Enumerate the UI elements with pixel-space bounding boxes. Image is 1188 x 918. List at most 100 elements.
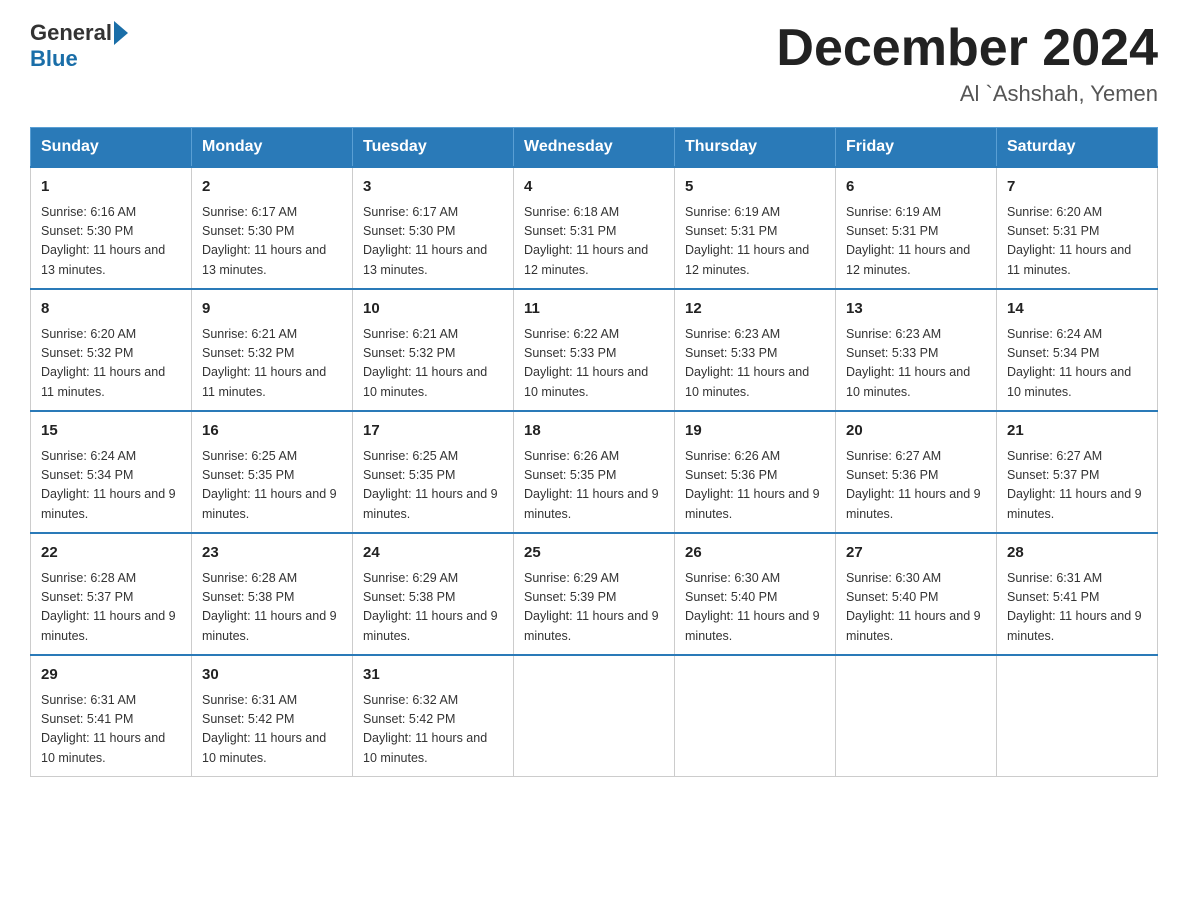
calendar-cell: 26Sunrise: 6:30 AMSunset: 5:40 PMDayligh…: [675, 533, 836, 655]
calendar-cell: 14 Sunrise: 6:24 AMSunset: 5:34 PMDayligh…: [997, 289, 1158, 411]
day-info: Sunrise: 6:29 AMSunset: 5:39 PMDaylight:…: [524, 569, 664, 647]
day-header-wednesday: Wednesday: [514, 128, 675, 168]
calendar-cell: 22 Sunrise: 6:28 AMSunset: 5:37 PMDayligh…: [31, 533, 192, 655]
day-number: 24: [363, 542, 503, 565]
day-header-tuesday: Tuesday: [353, 128, 514, 168]
calendar-cell: 6 Sunrise: 6:19 AMSunset: 5:31 PMDaylight…: [836, 167, 997, 289]
day-number: 12: [685, 298, 825, 321]
calendar-cell: 7 Sunrise: 6:20 AMSunset: 5:31 PMDaylight…: [997, 167, 1158, 289]
calendar-cell: 4 Sunrise: 6:18 AMSunset: 5:31 PMDaylight…: [514, 167, 675, 289]
calendar-cell: 9Sunrise: 6:21 AMSunset: 5:32 PMDaylight…: [192, 289, 353, 411]
day-header-thursday: Thursday: [675, 128, 836, 168]
day-number: 5: [685, 176, 825, 199]
day-number: 21: [1007, 420, 1147, 443]
day-header-monday: Monday: [192, 128, 353, 168]
day-number: 27: [846, 542, 986, 565]
day-info: Sunrise: 6:27 AMSunset: 5:37 PMDaylight:…: [1007, 447, 1147, 525]
day-info: Sunrise: 6:19 AMSunset: 5:31 PMDaylight:…: [685, 203, 825, 281]
day-number: 14: [1007, 298, 1147, 321]
calendar-cell: 2 Sunrise: 6:17 AMSunset: 5:30 PMDaylight…: [192, 167, 353, 289]
page-header: General Blue December 2024 Al `Ashshah, …: [30, 20, 1158, 107]
calendar-cell: 11 Sunrise: 6:22 AMSunset: 5:33 PMDayligh…: [514, 289, 675, 411]
day-info: Sunrise: 6:30 AMSunset: 5:40 PMDaylight:…: [846, 569, 986, 647]
day-info: Sunrise: 6:22 AMSunset: 5:33 PMDaylight:…: [524, 325, 664, 403]
day-number: 10: [363, 298, 503, 321]
day-info: Sunrise: 6:20 AMSunset: 5:31 PMDaylight:…: [1007, 203, 1147, 281]
calendar-table: SundayMondayTuesdayWednesdayThursdayFrid…: [30, 127, 1158, 777]
day-number: 16: [202, 420, 342, 443]
day-info: Sunrise: 6:17 AMSunset: 5:30 PMDaylight:…: [363, 203, 503, 281]
day-number: 1: [41, 176, 181, 199]
calendar-week-2: 8Sunrise: 6:20 AMSunset: 5:32 PMDaylight…: [31, 289, 1158, 411]
calendar-cell: 15Sunrise: 6:24 AMSunset: 5:34 PMDayligh…: [31, 411, 192, 533]
calendar-cell: [514, 655, 675, 777]
calendar-cell: 21 Sunrise: 6:27 AMSunset: 5:37 PMDayligh…: [997, 411, 1158, 533]
day-number: 29: [41, 664, 181, 687]
day-info: Sunrise: 6:25 AMSunset: 5:35 PMDaylight:…: [363, 447, 503, 525]
day-number: 19: [685, 420, 825, 443]
day-number: 7: [1007, 176, 1147, 199]
calendar-week-4: 22 Sunrise: 6:28 AMSunset: 5:37 PMDayligh…: [31, 533, 1158, 655]
calendar-cell: 20 Sunrise: 6:27 AMSunset: 5:36 PMDayligh…: [836, 411, 997, 533]
day-info: Sunrise: 6:28 AMSunset: 5:38 PMDaylight:…: [202, 569, 342, 647]
day-info: Sunrise: 6:23 AMSunset: 5:33 PMDaylight:…: [685, 325, 825, 403]
calendar-cell: 25 Sunrise: 6:29 AMSunset: 5:39 PMDayligh…: [514, 533, 675, 655]
calendar-cell: 13 Sunrise: 6:23 AMSunset: 5:33 PMDayligh…: [836, 289, 997, 411]
day-number: 15: [41, 420, 181, 443]
day-number: 25: [524, 542, 664, 565]
day-info: Sunrise: 6:20 AMSunset: 5:32 PMDaylight:…: [41, 325, 181, 403]
day-info: Sunrise: 6:19 AMSunset: 5:31 PMDaylight:…: [846, 203, 986, 281]
calendar-cell: 19Sunrise: 6:26 AMSunset: 5:36 PMDayligh…: [675, 411, 836, 533]
day-info: Sunrise: 6:31 AMSunset: 5:42 PMDaylight:…: [202, 691, 342, 769]
day-info: Sunrise: 6:16 AMSunset: 5:30 PMDaylight:…: [41, 203, 181, 281]
day-number: 28: [1007, 542, 1147, 565]
day-header-sunday: Sunday: [31, 128, 192, 168]
day-info: Sunrise: 6:18 AMSunset: 5:31 PMDaylight:…: [524, 203, 664, 281]
calendar-cell: 17 Sunrise: 6:25 AMSunset: 5:35 PMDayligh…: [353, 411, 514, 533]
day-info: Sunrise: 6:17 AMSunset: 5:30 PMDaylight:…: [202, 203, 342, 281]
calendar-cell: [997, 655, 1158, 777]
calendar-cell: 8Sunrise: 6:20 AMSunset: 5:32 PMDaylight…: [31, 289, 192, 411]
calendar-week-1: 1 Sunrise: 6:16 AMSunset: 5:30 PMDaylight…: [31, 167, 1158, 289]
calendar-cell: 18Sunrise: 6:26 AMSunset: 5:35 PMDayligh…: [514, 411, 675, 533]
calendar-cell: [836, 655, 997, 777]
day-info: Sunrise: 6:23 AMSunset: 5:33 PMDaylight:…: [846, 325, 986, 403]
day-number: 22: [41, 542, 181, 565]
day-number: 2: [202, 176, 342, 199]
calendar-week-5: 29Sunrise: 6:31 AMSunset: 5:41 PMDayligh…: [31, 655, 1158, 777]
calendar-cell: 23 Sunrise: 6:28 AMSunset: 5:38 PMDayligh…: [192, 533, 353, 655]
day-number: 20: [846, 420, 986, 443]
calendar-cell: 29Sunrise: 6:31 AMSunset: 5:41 PMDayligh…: [31, 655, 192, 777]
calendar-header-row: SundayMondayTuesdayWednesdayThursdayFrid…: [31, 128, 1158, 168]
day-info: Sunrise: 6:32 AMSunset: 5:42 PMDaylight:…: [363, 691, 503, 769]
day-number: 13: [846, 298, 986, 321]
day-info: Sunrise: 6:30 AMSunset: 5:40 PMDaylight:…: [685, 569, 825, 647]
day-info: Sunrise: 6:24 AMSunset: 5:34 PMDaylight:…: [1007, 325, 1147, 403]
logo-general-text: General: [30, 20, 112, 46]
calendar-cell: 10 Sunrise: 6:21 AMSunset: 5:32 PMDayligh…: [353, 289, 514, 411]
title-area: December 2024 Al `Ashshah, Yemen: [776, 20, 1158, 107]
day-info: Sunrise: 6:27 AMSunset: 5:36 PMDaylight:…: [846, 447, 986, 525]
day-info: Sunrise: 6:21 AMSunset: 5:32 PMDaylight:…: [363, 325, 503, 403]
day-info: Sunrise: 6:31 AMSunset: 5:41 PMDaylight:…: [1007, 569, 1147, 647]
calendar-cell: 3 Sunrise: 6:17 AMSunset: 5:30 PMDaylight…: [353, 167, 514, 289]
calendar-cell: 1 Sunrise: 6:16 AMSunset: 5:30 PMDaylight…: [31, 167, 192, 289]
calendar-title: December 2024: [776, 20, 1158, 77]
day-info: Sunrise: 6:28 AMSunset: 5:37 PMDaylight:…: [41, 569, 181, 647]
day-number: 4: [524, 176, 664, 199]
day-number: 11: [524, 298, 664, 321]
calendar-cell: 24Sunrise: 6:29 AMSunset: 5:38 PMDayligh…: [353, 533, 514, 655]
day-number: 31: [363, 664, 503, 687]
calendar-cell: 12 Sunrise: 6:23 AMSunset: 5:33 PMDayligh…: [675, 289, 836, 411]
day-header-saturday: Saturday: [997, 128, 1158, 168]
calendar-cell: 27 Sunrise: 6:30 AMSunset: 5:40 PMDayligh…: [836, 533, 997, 655]
calendar-week-3: 15Sunrise: 6:24 AMSunset: 5:34 PMDayligh…: [31, 411, 1158, 533]
day-number: 6: [846, 176, 986, 199]
day-header-friday: Friday: [836, 128, 997, 168]
day-number: 17: [363, 420, 503, 443]
day-number: 3: [363, 176, 503, 199]
day-info: Sunrise: 6:25 AMSunset: 5:35 PMDaylight:…: [202, 447, 342, 525]
calendar-cell: 30Sunrise: 6:31 AMSunset: 5:42 PMDayligh…: [192, 655, 353, 777]
day-number: 23: [202, 542, 342, 565]
day-info: Sunrise: 6:21 AMSunset: 5:32 PMDaylight:…: [202, 325, 342, 403]
